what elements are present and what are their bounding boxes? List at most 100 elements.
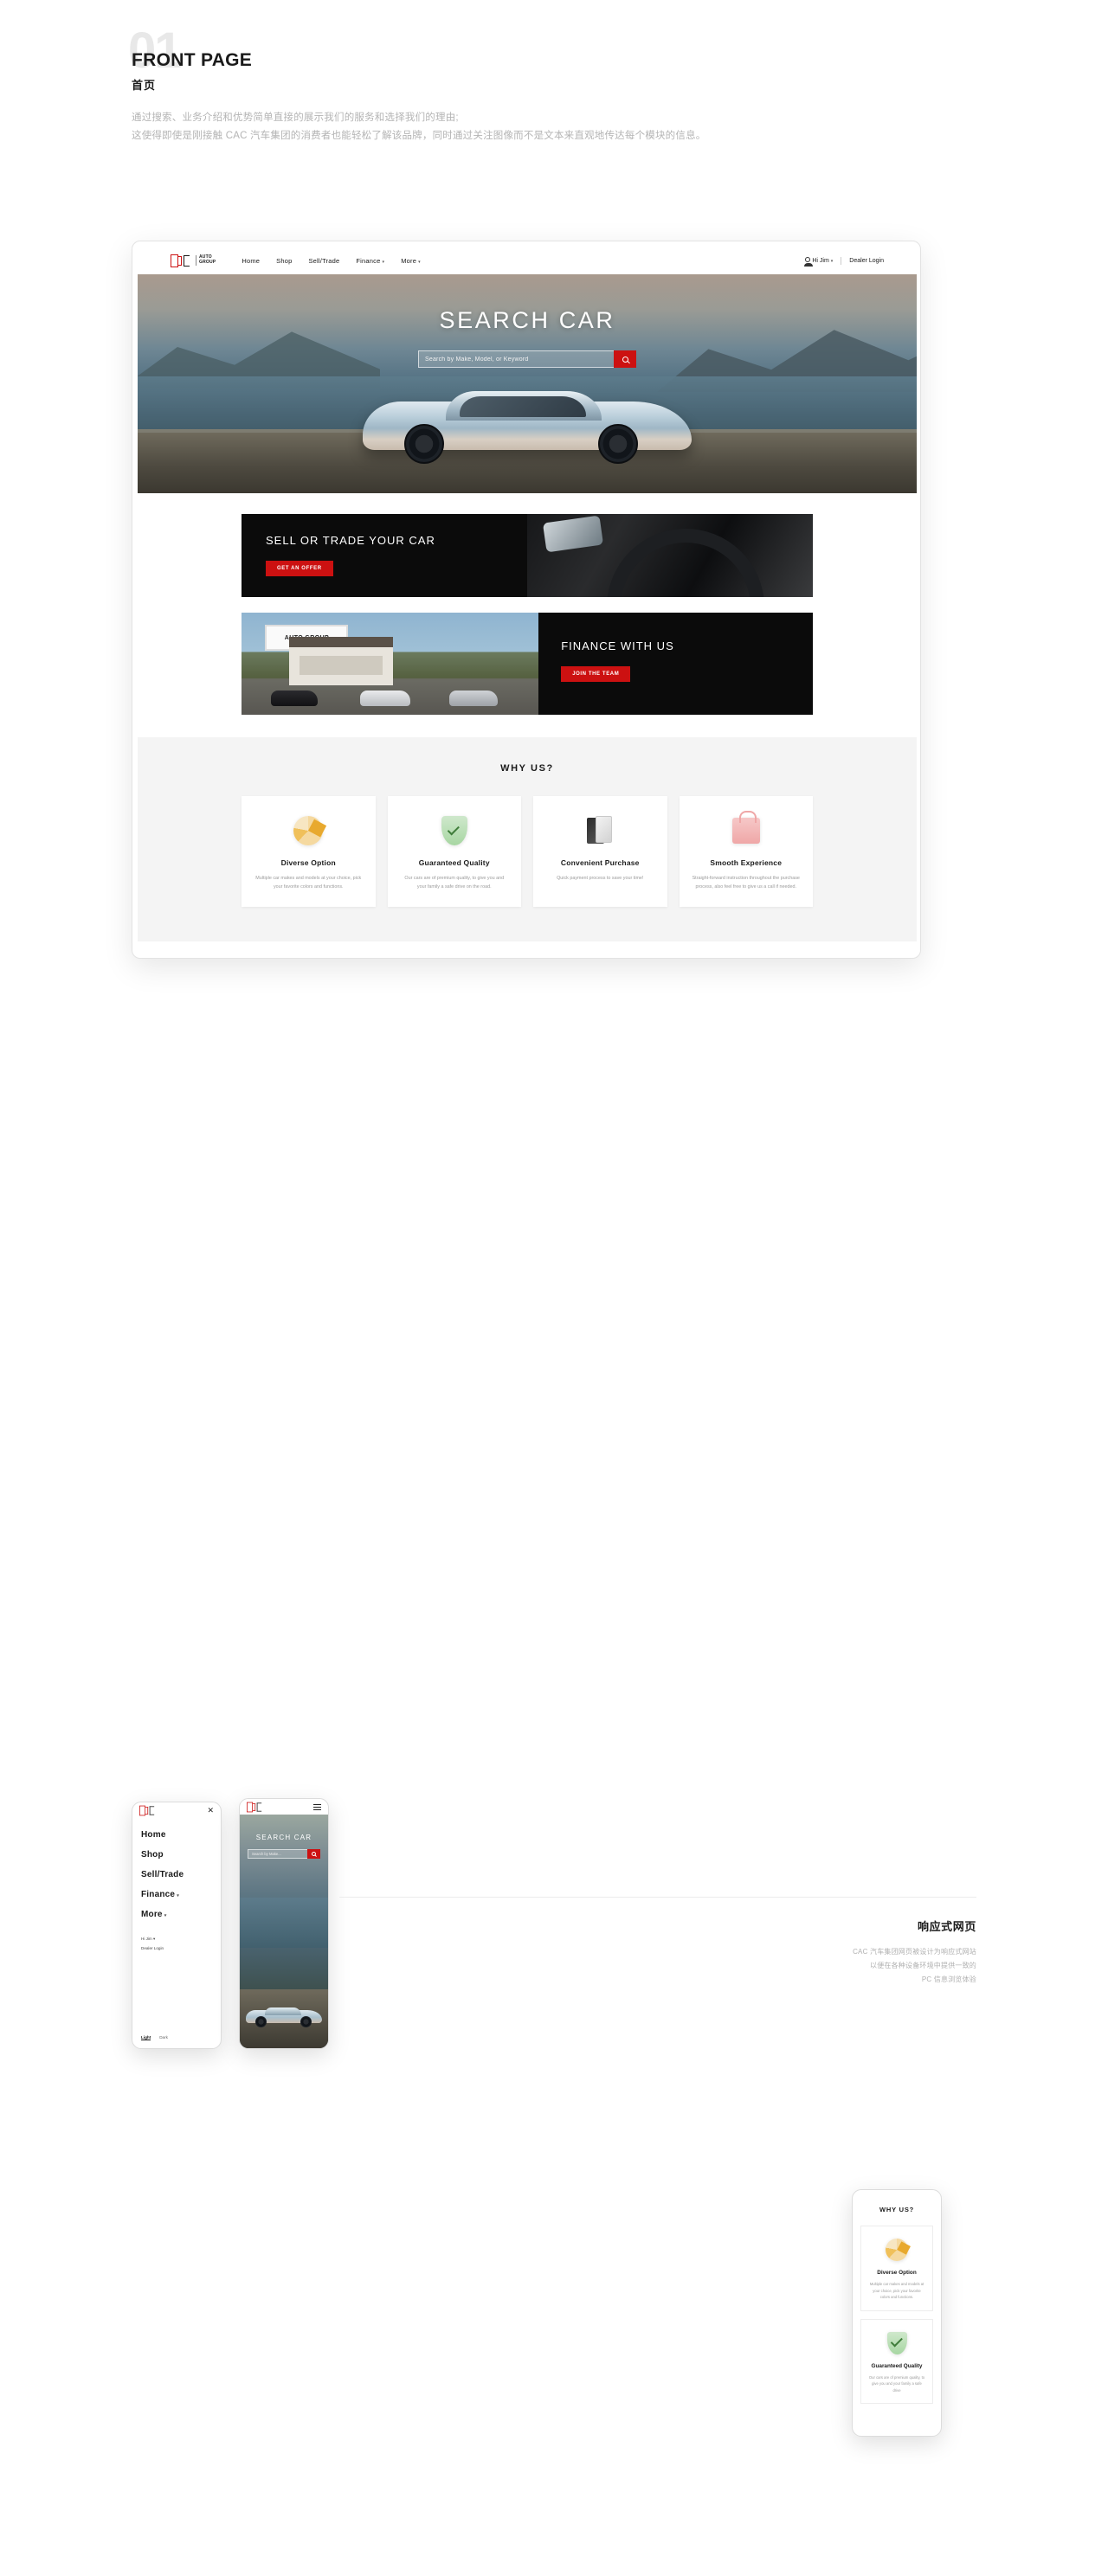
hamburger-icon[interactable] (313, 1802, 321, 1812)
brand-logo[interactable]: AUTO GROUP (171, 254, 216, 267)
search-icon (312, 1852, 316, 1856)
close-icon[interactable]: ✕ (207, 1806, 214, 1815)
mobile-why-us-card-text: Our cars are of premium quality, to give… (868, 2374, 925, 2393)
why-us-card-title: Diverse Option (280, 858, 336, 867)
theme-option-active[interactable]: Light (141, 2035, 151, 2040)
nav-item-finance[interactable]: Finance ▾ (356, 257, 384, 265)
site-navbar: AUTO GROUP Home Shop Sell/Trade Finance ▾… (138, 247, 917, 274)
responsive-note-line-2: 以便在各种设备环境中提供一致的 (870, 1962, 976, 1969)
mobile-account-links: Hi Jim ▾ Dealer Login (132, 1930, 221, 1950)
promo-band: SELL OR TRADE YOUR CAR GET AN OFFER AUTO… (242, 514, 813, 715)
mobile-why-us-heading: WHY US? (879, 2206, 915, 2213)
chevron-down-icon: ▾ (418, 259, 421, 265)
why-us-cards: Diverse Option Multiple car makes and mo… (242, 796, 813, 907)
why-us-heading: WHY US? (500, 763, 554, 774)
promo-finance-image: AUTO GROUP (242, 613, 539, 715)
nav-item-home-label: Home (242, 256, 261, 265)
cac-logo-icon (247, 1802, 264, 1812)
search-button[interactable] (614, 350, 636, 368)
why-us-card-title: Convenient Purchase (560, 858, 640, 867)
desktop-viewport: AUTO GROUP Home Shop Sell/Trade Finance ▾… (138, 247, 917, 954)
shield-check-icon (400, 813, 510, 848)
section-description-line-2: 这使得即使是刚接触 CAC 汽车集团的消费者也能轻松了解该品牌，同时通过关注图像… (132, 131, 706, 142)
promo-sell-title: SELL OR TRADE YOUR CAR (266, 534, 435, 547)
theme-option-alt[interactable]: Dark (159, 2035, 168, 2040)
why-us-card-text: Our cars are of premium quality, to give… (404, 876, 505, 890)
water-decoration (240, 1898, 328, 1948)
mobile-nav-item-more[interactable]: More ▾ (141, 1910, 212, 1919)
dealership-building (288, 637, 393, 686)
primary-nav: Home Shop Sell/Trade Finance ▾ More ▾ (242, 257, 420, 265)
mobile-search-button[interactable] (307, 1849, 320, 1859)
page-root: 01 FRONT PAGE 首页 通过搜索、业务介绍和优势简单直接的展示我们的服… (0, 0, 1108, 2576)
why-us-card-title: Guaranteed Quality (418, 858, 490, 867)
why-us-card[interactable]: Diverse Option Multiple car makes and mo… (242, 796, 376, 907)
desktop-browser-mockup: AUTO GROUP Home Shop Sell/Trade Finance ▾… (132, 241, 921, 959)
mobile-why-us-card-title: Diverse Option (877, 2270, 917, 2276)
mobile-why-us-card-text: Multiple car makes and models at your ch… (869, 2282, 924, 2300)
mobile-hero-car-image (246, 2001, 322, 2027)
mobile-nav-item-home[interactable]: Home (141, 1830, 212, 1840)
why-us-card[interactable]: Guaranteed Quality Our cars are of premi… (387, 796, 521, 907)
shield-check-icon (868, 2330, 925, 2356)
why-us-card[interactable]: Smooth Experience Straight-forward instr… (679, 796, 813, 907)
brand-logo-text: AUTO GROUP (196, 254, 216, 266)
mobile-search-input[interactable] (248, 1849, 307, 1859)
mobile-nav-item-finance[interactable]: Finance ▾ (141, 1890, 212, 1899)
dealer-login-link[interactable]: Dealer Login (849, 258, 884, 264)
mobile-brand-logo[interactable] (139, 1804, 162, 1817)
mobile-theme-toggle: Light Dark (141, 2035, 168, 2040)
why-us-card-title: Smooth Experience (710, 858, 783, 867)
mobile-account-menu[interactable]: Hi Jim ▾ (141, 1937, 212, 1942)
why-us-card[interactable]: Convenient Purchase Quick payment proces… (533, 796, 667, 907)
mobile-nav-item-shop[interactable]: Shop (141, 1850, 212, 1860)
section-description-line-1: 通过搜索、业务介绍和优势简单直接的展示我们的服务和选择我们的理由; (132, 112, 459, 123)
mobile-why-us-card[interactable]: Guaranteed Quality Our cars are of premi… (860, 2318, 933, 2405)
hero-title: SEARCH CAR (439, 307, 615, 333)
search-input[interactable] (418, 350, 614, 368)
chevron-down-icon: ▾ (177, 1893, 179, 1898)
why-us-card-text: Straight-forward instruction throughout … (692, 876, 800, 890)
mobile-brand-logo[interactable] (247, 1801, 269, 1814)
mobile-dealer-login-link[interactable]: Dealer Login (141, 1946, 212, 1950)
mobile-menu-topbar: ✕ (132, 1802, 221, 1818)
why-us-card-text: Quick payment process to save your time! (557, 876, 644, 881)
promo-sell-trade: SELL OR TRADE YOUR CAR GET AN OFFER (242, 514, 813, 597)
account-label: Hi Jim (812, 258, 829, 264)
credit-card-icon (545, 813, 655, 848)
lot-car-3 (449, 691, 499, 706)
nav-item-finance-label: Finance (356, 256, 381, 265)
chevron-down-icon: ▾ (382, 259, 385, 265)
cac-logo-icon (171, 254, 193, 267)
hero-section: SEARCH CAR (138, 274, 917, 493)
nav-item-shop-label: Shop (276, 256, 293, 265)
nav-account-area: Hi Jim ▾ Dealer Login (804, 256, 884, 267)
get-an-offer-button[interactable]: GET AN OFFER (266, 560, 333, 576)
nav-item-sell-trade[interactable]: Sell/Trade (308, 257, 339, 265)
hero-search-bar (418, 350, 636, 368)
responsive-note-title: 响应式网页 (917, 1920, 976, 1933)
responsive-divider (339, 1897, 976, 1898)
section-description: 通过搜索、业务介绍和优势简单直接的展示我们的服务和选择我们的理由; 这使得即使是… (132, 109, 997, 146)
pie-chart-icon (254, 813, 364, 848)
nav-item-shop[interactable]: Shop (276, 257, 292, 265)
mobile-why-us-mockup: WHY US? Diverse Option Multiple car make… (852, 2189, 942, 2437)
mobile-why-us-card-title: Guaranteed Quality (871, 2362, 923, 2369)
user-icon (804, 257, 814, 267)
page-subtitle: 首页 (132, 79, 157, 93)
nav-item-more[interactable]: More ▾ (401, 257, 421, 265)
promo-sell-image (527, 514, 813, 597)
nav-item-home[interactable]: Home (242, 257, 260, 265)
chevron-down-icon: ▾ (830, 259, 834, 264)
mobile-nav-links: Home Shop Sell/Trade Finance ▾ More ▾ (132, 1818, 221, 1919)
responsive-note-line-3: PC 信息浏览体验 (921, 1975, 976, 1983)
join-the-team-button[interactable]: JOIN THE TEAM (561, 665, 631, 682)
account-menu[interactable]: Hi Jim ▾ (804, 257, 834, 267)
mobile-why-us-card[interactable]: Diverse Option Multiple car makes and mo… (860, 2226, 933, 2311)
mobile-menu-mockup: ✕ Home Shop Sell/Trade Finance ▾ More ▾ Hi… (132, 1802, 222, 2049)
promo-finance-copy: FINANCE WITH US JOIN THE TEAM (538, 613, 813, 715)
shopping-bag-icon (692, 811, 802, 848)
brand-name-line2: GROUP (199, 260, 216, 265)
lot-car-2 (360, 691, 411, 706)
mobile-nav-item-sell-trade[interactable]: Sell/Trade (141, 1870, 212, 1879)
